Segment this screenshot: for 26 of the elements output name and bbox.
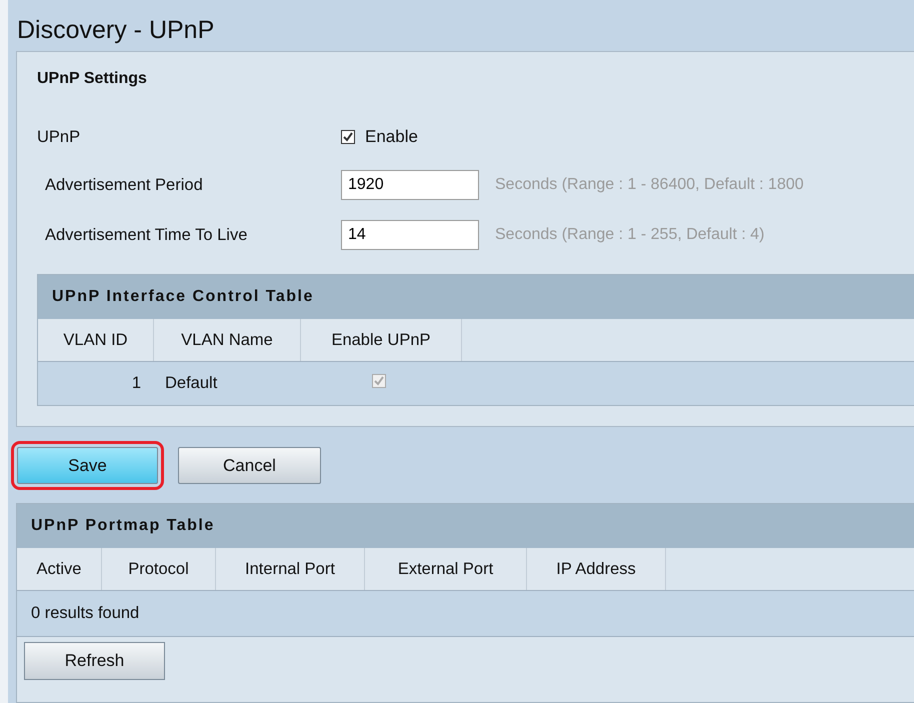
section-title: UPnP Settings: [37, 70, 148, 89]
column-header: VLAN ID: [38, 319, 154, 361]
column-header: Internal Port: [216, 548, 365, 590]
checkbox-label: Enable: [365, 127, 418, 147]
field-label: Advertisement Period: [44, 176, 204, 194]
input-field[interactable]: 1920: [341, 170, 479, 200]
checkbox[interactable]: [341, 130, 355, 144]
column-header: Protocol: [102, 548, 216, 590]
field-hint: Seconds (Range : 1 - 86400, Default : 1800: [495, 176, 804, 194]
input-field[interactable]: 14: [341, 220, 479, 250]
refresh-button[interactable]: Refresh: [24, 642, 165, 680]
save-button[interactable]: Save: [17, 447, 158, 484]
table-cell-text: 1: [130, 374, 142, 393]
field-label: UPnP: [37, 128, 82, 146]
column-header: IP Address: [527, 548, 666, 590]
column-header: External Port: [365, 548, 527, 590]
column-header: Enable UPnP: [301, 319, 462, 361]
cancel-button[interactable]: Cancel: [178, 447, 321, 484]
field-hint: Seconds (Range : 1 - 255, Default : 4): [495, 226, 764, 244]
table-title: UPnP Interface Control Table: [38, 275, 914, 319]
column-header: Active: [17, 548, 102, 590]
column-header: VLAN Name: [154, 319, 301, 361]
table-cell-text: Default: [164, 374, 218, 393]
field-label: Advertisement Time To Live: [44, 226, 248, 244]
table-title: UPnP Portmap Table: [17, 504, 914, 548]
page-title: Discovery - UPnP: [16, 15, 216, 46]
